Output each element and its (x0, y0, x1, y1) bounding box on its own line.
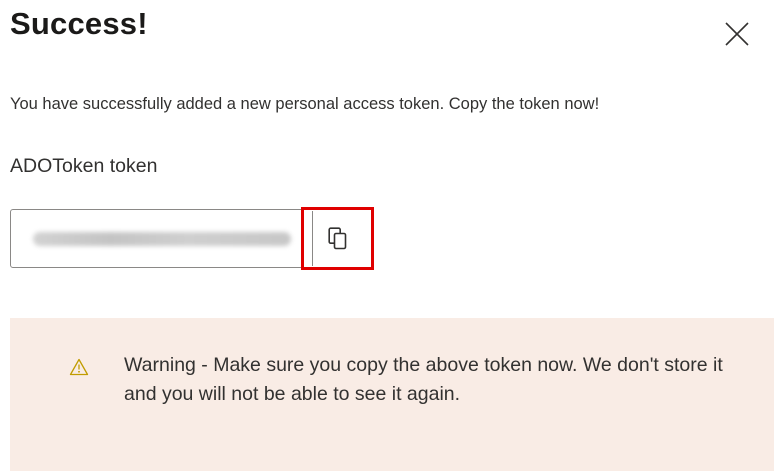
warning-icon (69, 358, 89, 376)
success-message: You have successfully added a new person… (10, 95, 600, 113)
warning-text: Warning - Make sure you copy the above t… (124, 354, 723, 405)
token-value-field[interactable] (10, 209, 308, 268)
token-name-label: ADOToken token (10, 155, 158, 177)
copy-token-button[interactable] (301, 207, 374, 270)
warning-message-bar: Warning - Make sure you copy the above t… (10, 318, 774, 471)
success-dialog: Success! You have successfully added a n… (0, 0, 774, 471)
field-divider (312, 211, 313, 266)
close-icon (725, 22, 749, 46)
copy-icon (327, 226, 346, 249)
dialog-title: Success! (10, 6, 148, 41)
close-button[interactable] (722, 19, 752, 49)
token-value-redacted (33, 231, 291, 246)
